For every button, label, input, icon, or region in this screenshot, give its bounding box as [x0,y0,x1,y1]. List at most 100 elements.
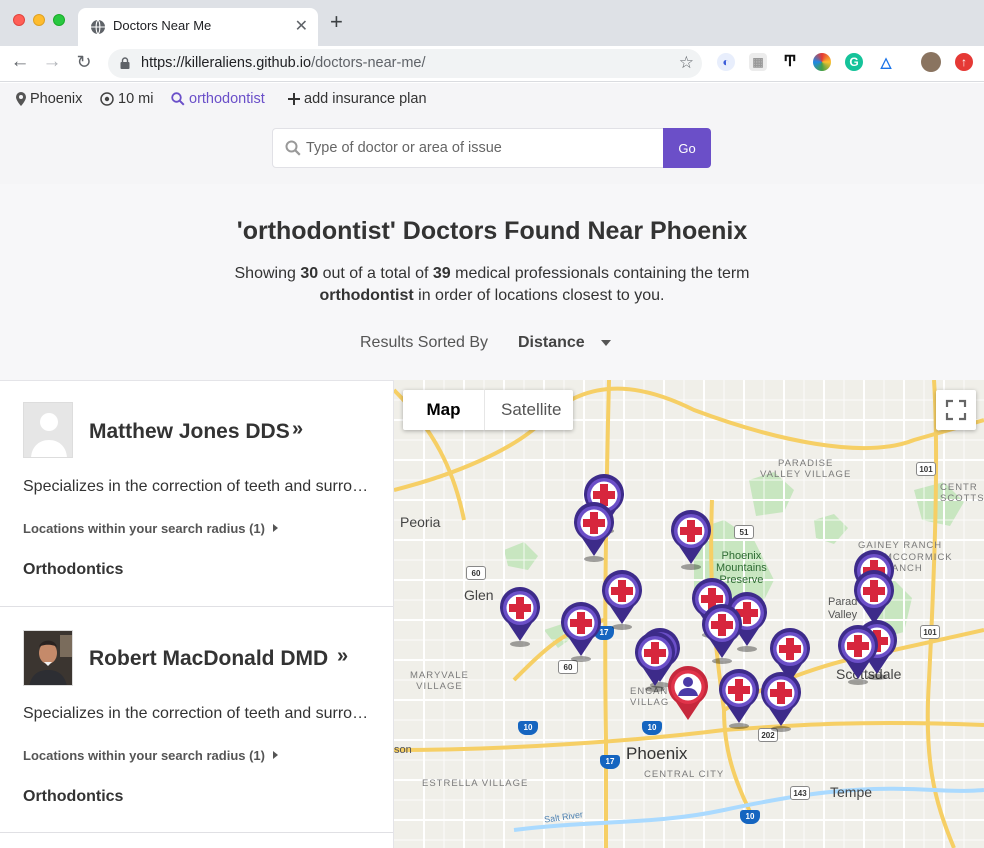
doctor-card[interactable]: Robert MacDonald DMD » Specializes in th… [0,607,393,833]
forward-icon[interactable]: → [40,50,64,74]
location-filter[interactable]: Phoenix [16,91,82,107]
search-icon [171,92,185,106]
profile-avatar[interactable] [921,52,941,72]
filter-bar: Phoenix 10 mi orthodontist add insurance… [0,83,984,184]
target-icon [100,92,114,106]
sort-dropdown[interactable]: Distance [518,334,585,352]
insurance-filter-label: add insurance plan [304,91,427,107]
close-tab-icon[interactable]: ✕ [295,16,308,36]
address-bar[interactable]: https://killeraliens.github.io/doctors-n… [108,49,702,78]
doctor-map-pin[interactable] [497,585,543,647]
url-text: https://killeraliens.github.io/doctors-n… [141,55,426,71]
doctor-map-pin[interactable] [699,602,745,664]
map[interactable]: Map Satellite Peoria Glen Phoenix Scotts… [394,380,984,848]
doctor-specialty: Orthodontics [23,788,124,805]
browser-tab[interactable]: Doctors Near Me ✕ [78,8,318,46]
map-label-peoria: Peoria [400,514,441,530]
search-input[interactable] [306,129,656,167]
caret-down-icon[interactable] [601,340,611,346]
search-term: orthodontist [319,287,414,304]
doctor-specialty: Orthodontics [23,561,124,578]
extension-icon-7[interactable]: ↑ [955,53,973,71]
map-label-glendale: Glen [464,587,494,603]
highway-shield: 17 [600,755,620,769]
doctor-map-pin[interactable] [668,508,714,570]
new-tab-button[interactable]: + [330,10,343,34]
highway-shield: 60 [466,566,486,580]
highway-shield: 51 [734,525,754,539]
extension-icon-6[interactable]: △ [877,53,895,71]
doctor-description: Specializes in the correction of teeth a… [23,478,373,495]
shown-count: 30 [300,265,319,282]
extension-icon-2[interactable]: ▦ [749,53,767,71]
extension-icon-4[interactable] [813,53,831,71]
doctor-map-pin[interactable] [558,600,604,662]
map-label-maryvale: MARYVALE VILLAGE [410,670,469,692]
sort-label: Results Sorted By [360,334,489,351]
doctor-name[interactable]: Robert MacDonald DMD [89,647,328,671]
reload-icon[interactable]: ↻ [72,50,96,74]
highway-shield: 10 [740,810,760,824]
close-window-button[interactable] [13,14,25,26]
locations-toggle[interactable]: Locations within your search radius (1) [23,521,278,536]
highway-shield: 60 [558,660,578,674]
total-count: 39 [432,265,451,282]
map-label-central-scottsdale: CENTR SCOTTS [940,482,984,504]
map-type-map-button[interactable]: Map [403,390,485,430]
user-location-pin[interactable] [665,664,711,726]
doctor-map-pin[interactable] [571,500,617,562]
locations-toggle[interactable]: Locations within your search radius (1) [23,748,278,763]
minimize-window-button[interactable] [33,14,45,26]
map-label-tempe: Tempe [830,784,873,800]
highway-shield: 143 [790,786,810,800]
insurance-filter[interactable]: add insurance plan [288,91,427,107]
browser-toolbar: ← → ↻ https://killeraliens.github.io/doc… [0,46,984,82]
browser-titlebar: Doctors Near Me ✕ + [0,0,984,46]
doctor-map-pin[interactable] [716,667,762,729]
results-header: 'orthodontist' Doctors Found Near Phoeni… [0,184,984,380]
avatar-photo [23,630,73,686]
highway-shield: 10 [518,721,538,735]
doctor-name[interactable]: Matthew Jones DDS [89,420,290,444]
avatar-placeholder [23,402,73,458]
double-chevron-right-icon[interactable]: » [337,645,348,668]
bookmark-star-icon[interactable]: ☆ [679,53,694,73]
highway-shield: 101 [916,462,936,476]
extension-icon-3[interactable]: Ͳ [781,53,799,71]
radius-filter[interactable]: 10 mi [100,91,153,107]
lock-icon [120,57,130,69]
caret-right-icon [273,751,278,759]
highway-shield: 10 [642,721,662,735]
doctor-card[interactable]: Matthew Jones DDS » Specializes in the c… [0,381,393,607]
results-summary: Showing 30 out of a total of 39 medical … [234,265,750,304]
doctor-photo [24,631,72,685]
maximize-window-button[interactable] [53,14,65,26]
plus-icon [288,93,300,105]
globe-icon [91,19,105,35]
search-icon [285,140,301,156]
go-button[interactable]: Go [663,128,711,168]
results-title: 'orthodontist' Doctors Found Near Phoeni… [236,217,748,245]
term-filter[interactable]: orthodontist [171,91,265,107]
tab-title: Doctors Near Me [113,18,212,33]
doctor-map-pin[interactable] [599,568,645,630]
search-box [272,128,664,168]
doctor-map-pin[interactable] [835,623,881,685]
fullscreen-button[interactable] [936,390,976,430]
map-label-phoenix: Phoenix [626,744,688,763]
doctor-map-pin[interactable] [758,670,804,732]
grammarly-icon[interactable]: G [845,53,863,71]
caret-right-icon [273,524,278,532]
results-list: Matthew Jones DDS » Specializes in the c… [0,380,394,848]
map-label-paradise-valley-village: PARADISE VALLEY VILLAGE [760,458,852,480]
map-label-central-city: CENTRAL CITY [644,769,725,780]
map-type-satellite-button[interactable]: Satellite [485,390,573,430]
person-silhouette-icon [24,403,72,457]
extension-icon-1[interactable]: ◐ [717,53,735,71]
map-marker-icon [16,92,26,106]
location-filter-label: Phoenix [30,91,83,107]
back-icon[interactable]: ← [8,50,32,74]
radius-filter-label: 10 mi [118,91,154,107]
map-label-son: son [394,744,412,756]
double-chevron-right-icon[interactable]: » [292,418,303,441]
